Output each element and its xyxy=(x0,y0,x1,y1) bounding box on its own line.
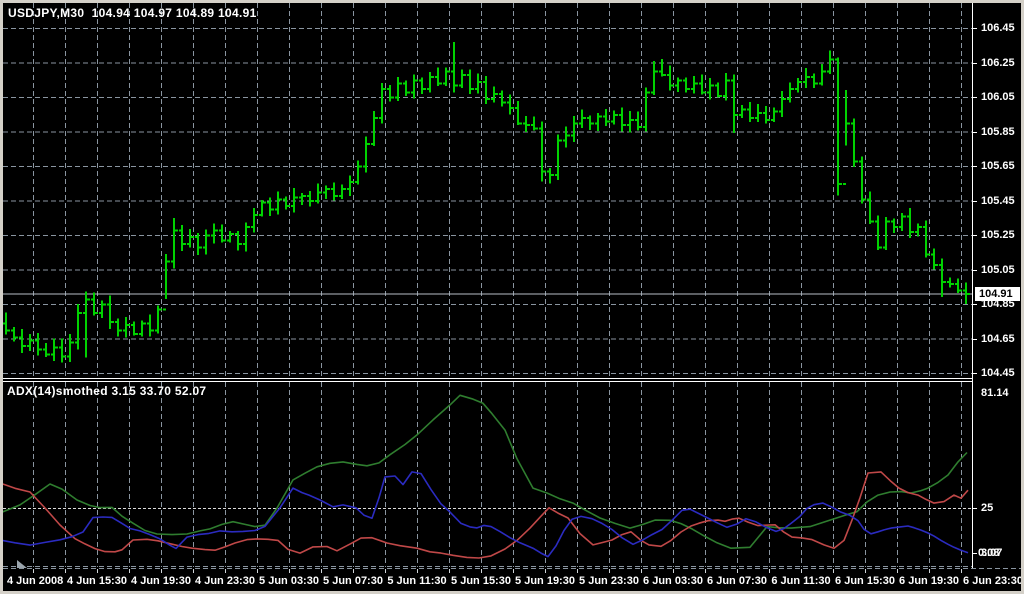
time-axis-tick xyxy=(513,569,514,573)
time-axis-label: 6 Jun 11:30 xyxy=(771,575,831,587)
axis-tick xyxy=(972,131,977,133)
indicator-label: ADX(14)smothed 3.15 33.70 52.07 xyxy=(7,384,207,398)
price-axis-label: 105.05 xyxy=(981,263,1015,276)
time-axis-label: 5 Jun 19:30 xyxy=(515,575,575,587)
time-axis-tick xyxy=(737,569,738,573)
time-axis-label: 6 Jun 15:30 xyxy=(835,575,895,587)
time-axis-label: 4 Jun 15:30 xyxy=(67,575,127,587)
axis-tick xyxy=(972,166,977,167)
time-axis-tick xyxy=(321,569,322,573)
axis-tick xyxy=(972,97,977,98)
time-axis-tick xyxy=(929,569,930,573)
price-axis-label: 105.65 xyxy=(981,160,1015,172)
indicator-canvas[interactable] xyxy=(3,382,972,567)
axis-tick xyxy=(972,269,977,271)
time-axis-label: 5 Jun 11:30 xyxy=(387,575,447,587)
indicator-pane[interactable]: ADX(14)smothed 3.15 33.70 52.07 xyxy=(3,382,972,567)
time-axis-tick xyxy=(673,569,674,573)
price-axis-label: 106.25 xyxy=(981,56,1015,69)
time-axis-tick xyxy=(961,569,962,573)
time-axis-tick xyxy=(161,569,162,573)
price-axis-border xyxy=(972,3,973,568)
price-axis[interactable]: 106.45 106.25 106.05 105.85 105.65 105.45 105.… xyxy=(972,3,1021,568)
price-axis-label: 105.85 xyxy=(981,125,1015,138)
price-axis-label: 104.65 xyxy=(981,332,1015,345)
time-axis-tick xyxy=(865,569,866,573)
time-axis-tick xyxy=(97,569,98,573)
time-axis-border xyxy=(3,568,1021,569)
time-axis-tick xyxy=(833,569,834,573)
chart-shift-marker-icon[interactable] xyxy=(17,560,27,568)
time-axis-label: 5 Jun 07:30 xyxy=(323,575,383,587)
pane-separator-bottom[interactable] xyxy=(3,381,1021,382)
di-line-red xyxy=(3,471,969,559)
time-axis-tick xyxy=(353,569,354,573)
time-axis-tick xyxy=(129,569,130,573)
indicator-axis-top-label: 81.14 xyxy=(981,386,1009,399)
time-axis-tick xyxy=(33,569,34,573)
price-axis-label: 105.45 xyxy=(981,194,1015,207)
axis-tick xyxy=(972,200,977,202)
time-axis-tick xyxy=(641,569,642,573)
axis-tick xyxy=(972,373,977,374)
time-axis-label: 6 Jun 19:30 xyxy=(899,575,959,587)
time-axis-tick xyxy=(705,569,706,573)
price-chart-canvas[interactable] xyxy=(3,3,972,378)
time-axis-tick xyxy=(289,569,290,573)
axis-tick xyxy=(972,553,977,554)
axis-tick xyxy=(972,338,977,340)
time-axis[interactable]: 4 Jun 2008 4 Jun 15:30 4 Jun 19:30 4 Jun 23… xyxy=(3,560,1023,591)
time-axis-tick xyxy=(225,569,226,573)
axis-tick xyxy=(972,235,977,236)
time-axis-tick xyxy=(801,569,802,573)
time-axis-tick xyxy=(417,569,418,573)
time-axis-tick xyxy=(481,569,482,573)
time-axis-label: 4 Jun 23:30 xyxy=(195,575,255,587)
time-axis-tick xyxy=(257,569,258,573)
ohlc-bars xyxy=(3,41,970,363)
axis-tick xyxy=(972,28,977,29)
axis-tick xyxy=(972,304,977,305)
time-axis-tick xyxy=(897,569,898,573)
indicator-axis-level-label: 25 xyxy=(981,502,994,514)
time-axis-label: 6 Jun 23:30 xyxy=(963,575,1023,587)
time-axis-tick xyxy=(449,569,450,573)
time-axis-tick xyxy=(769,569,770,573)
time-axis-tick xyxy=(385,569,386,573)
last-price-badge: 104.91 xyxy=(975,286,1020,301)
time-axis-date-label: 4 Jun 2008 xyxy=(7,575,64,587)
chart-title: USDJPY,M30 104.94 104.97 104.89 104.91 xyxy=(8,6,257,20)
time-axis-tick xyxy=(577,569,578,573)
time-axis-label: 5 Jun 15:30 xyxy=(451,575,511,587)
price-axis-label: 106.45 xyxy=(981,22,1015,34)
trading-chart-window: USDJPY,M30 104.94 104.97 104.89 104.91 A… xyxy=(0,0,1024,594)
price-axis-label: 106.05 xyxy=(981,91,1015,103)
axis-tick xyxy=(972,508,977,509)
time-axis-label: 5 Jun 03:30 xyxy=(259,575,319,587)
time-axis-tick xyxy=(609,569,610,573)
indicator-axis-bottom-label: 3.07 xyxy=(981,547,1003,559)
time-axis-label: 6 Jun 03:30 xyxy=(643,575,703,587)
price-axis-label: 105.25 xyxy=(981,229,1015,241)
price-axis-label: 104.45 xyxy=(981,367,1015,379)
time-axis-tick xyxy=(65,569,66,573)
time-axis-label: 6 Jun 07:30 xyxy=(707,575,767,587)
time-axis-tick xyxy=(193,569,194,573)
pane-separator-top[interactable] xyxy=(3,378,1021,379)
price-chart-pane[interactable]: USDJPY,M30 104.94 104.97 104.89 104.91 xyxy=(3,3,972,378)
time-axis-tick xyxy=(545,569,546,573)
axis-tick xyxy=(972,62,977,64)
time-axis-label: 5 Jun 23:30 xyxy=(579,575,639,587)
time-axis-label: 4 Jun 19:30 xyxy=(131,575,191,587)
